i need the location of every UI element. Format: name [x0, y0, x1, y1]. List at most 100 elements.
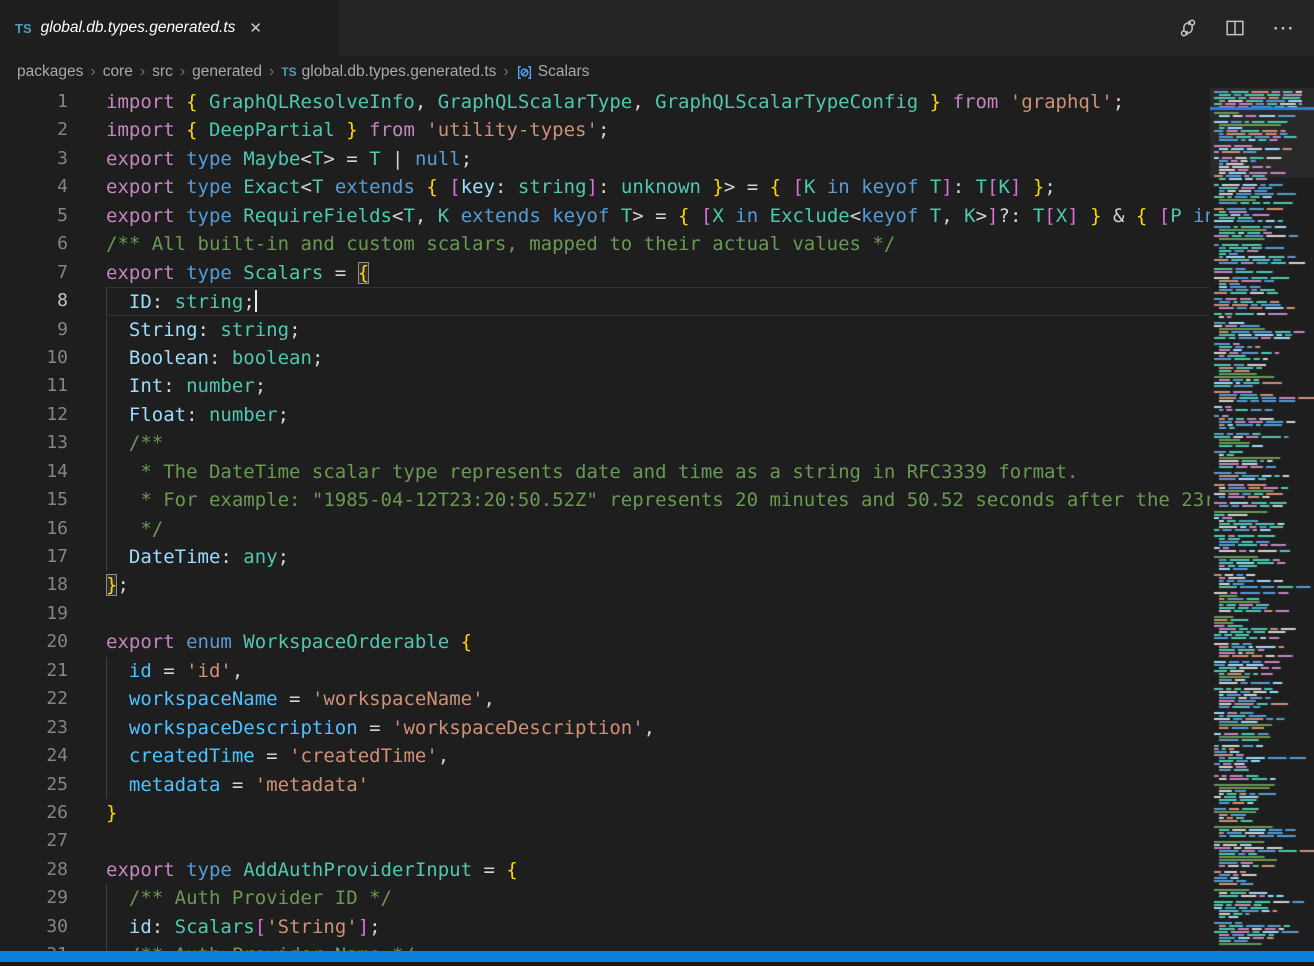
code-content[interactable]: import { GraphQLResolveInfo, GraphQLScal…	[106, 88, 1210, 951]
code-line-7[interactable]: export type Scalars = {	[106, 259, 1210, 287]
code-token: from	[358, 119, 427, 141]
breadcrumb-item-generated[interactable]: generated	[192, 63, 262, 81]
line-number: 26	[0, 799, 68, 827]
code-token: type	[186, 176, 243, 198]
breadcrumb-separator: ›	[140, 63, 145, 81]
code-token: string	[220, 319, 289, 341]
breadcrumb-separator: ›	[90, 63, 95, 81]
code-line-27[interactable]	[106, 827, 1210, 855]
typescript-file-icon: TS	[281, 65, 296, 79]
code-token: Scalars	[175, 916, 255, 938]
code-token: T	[1033, 205, 1044, 227]
editor-actions: ⋯	[1178, 0, 1314, 56]
split-editor-icon[interactable]	[1225, 18, 1245, 38]
code-token: =	[358, 717, 392, 739]
code-line-4[interactable]: export type Exact<T extends { [key: stri…	[106, 173, 1210, 201]
code-line-19[interactable]	[106, 600, 1210, 628]
code-token: keyof	[861, 176, 930, 198]
code-line-18[interactable]: };	[106, 571, 1210, 599]
breadcrumb-label: core	[103, 63, 133, 81]
code-token: DateTime	[129, 546, 221, 568]
code-line-15[interactable]: * For example: "1985-04-12T23:20:50.52Z"…	[106, 486, 1210, 514]
code-line-5[interactable]: export type RequireFields<T, K extends k…	[106, 202, 1210, 230]
code-token: {	[426, 176, 449, 198]
open-changes-icon[interactable]	[1178, 18, 1198, 38]
code-token: :	[163, 375, 186, 397]
code-token: }	[918, 91, 941, 113]
code-line-14[interactable]: * The DateTime scalar type represents da…	[106, 458, 1210, 486]
code-token: GraphQLScalarType	[438, 91, 632, 113]
code-line-17[interactable]: DateTime: any;	[106, 543, 1210, 571]
code-line-2[interactable]: import { DeepPartial } from 'utility-typ…	[106, 116, 1210, 144]
code-line-11[interactable]: Int: number;	[106, 372, 1210, 400]
code-token: =	[152, 660, 186, 682]
code-token	[449, 631, 460, 653]
minimap[interactable]	[1210, 88, 1314, 951]
code-token: {	[186, 91, 209, 113]
code-line-21[interactable]: id = 'id',	[106, 657, 1210, 685]
tab-global-db-types-generated[interactable]: TS global.db.types.generated.ts ✕	[0, 0, 339, 56]
code-token: }	[106, 802, 117, 824]
code-token: ,	[438, 745, 449, 767]
code-line-9[interactable]: String: string;	[106, 316, 1210, 344]
code-line-8[interactable]: ID: string;	[106, 287, 1210, 315]
code-token: [	[449, 176, 460, 198]
line-number: 18	[0, 571, 68, 599]
breadcrumb-item-scalars[interactable]: Scalars	[516, 63, 590, 81]
line-number: 5	[0, 202, 68, 230]
breadcrumb-item-packages[interactable]: packages	[17, 63, 83, 81]
code-line-6[interactable]: /** All built-in and custom scalars, map…	[106, 230, 1210, 258]
code-token: ;	[598, 119, 609, 141]
breadcrumb-item-core[interactable]: core	[103, 63, 133, 81]
code-line-31[interactable]: /** Auth Provider Name */	[106, 941, 1210, 951]
code-token: > =	[724, 176, 770, 198]
code-token: ]	[358, 916, 369, 938]
code-token: K	[804, 176, 815, 198]
code-token: /** Auth Provider ID */	[129, 887, 392, 909]
code-line-25[interactable]: metadata = 'metadata'	[106, 771, 1210, 799]
status-bar[interactable]	[0, 951, 1314, 962]
indent-guide	[106, 458, 107, 486]
code-line-10[interactable]: Boolean: boolean;	[106, 344, 1210, 372]
matched-bracket: }	[106, 574, 117, 596]
code-line-1[interactable]: import { GraphQLResolveInfo, GraphQLScal…	[106, 88, 1210, 116]
code-line-22[interactable]: workspaceName = 'workspaceName',	[106, 685, 1210, 713]
code-line-23[interactable]: workspaceDescription = 'workspaceDescrip…	[106, 714, 1210, 742]
line-number: 17	[0, 543, 68, 571]
code-token: export	[106, 148, 186, 170]
code-token: :	[953, 176, 976, 198]
code-token: null	[415, 148, 461, 170]
code-token: from	[941, 91, 1010, 113]
code-token: T	[930, 205, 941, 227]
breadcrumb-item-src[interactable]: src	[152, 63, 173, 81]
code-line-20[interactable]: export enum WorkspaceOrderable {	[106, 628, 1210, 656]
code-line-29[interactable]: /** Auth Provider ID */	[106, 884, 1210, 912]
code-line-30[interactable]: id: Scalars['String'];	[106, 913, 1210, 941]
code-token: export	[106, 859, 186, 881]
indent-guide	[106, 344, 107, 372]
code-line-28[interactable]: export type AddAuthProviderInput = {	[106, 856, 1210, 884]
code-token: Int	[129, 375, 163, 397]
code-token: |	[381, 148, 415, 170]
code-line-24[interactable]: createdTime = 'createdTime',	[106, 742, 1210, 770]
code-token: :	[152, 916, 175, 938]
more-actions-icon[interactable]: ⋯	[1272, 18, 1294, 38]
line-number: 10	[0, 344, 68, 372]
code-token: keyof	[861, 205, 930, 227]
vscode-window: TS global.db.types.generated.ts ✕	[0, 0, 1314, 966]
code-line-16[interactable]: */	[106, 515, 1210, 543]
code-line-26[interactable]: }	[106, 799, 1210, 827]
code-token: id	[129, 660, 152, 682]
code-line-3[interactable]: export type Maybe<T> = T | null;	[106, 145, 1210, 173]
indent-guide	[106, 515, 107, 543]
code-editor[interactable]: 1234567891011121314151617181920212223242…	[0, 88, 1314, 951]
code-token: ;	[312, 347, 323, 369]
code-line-12[interactable]: Float: number;	[106, 401, 1210, 429]
code-token: export	[106, 262, 186, 284]
line-number: 16	[0, 515, 68, 543]
close-tab-icon[interactable]: ✕	[249, 19, 262, 37]
code-token: ,	[232, 660, 243, 682]
code-token: K	[964, 205, 975, 227]
breadcrumb-item-global-db-types-generated-ts[interactable]: TSglobal.db.types.generated.ts	[281, 63, 496, 81]
code-line-13[interactable]: /**	[106, 429, 1210, 457]
